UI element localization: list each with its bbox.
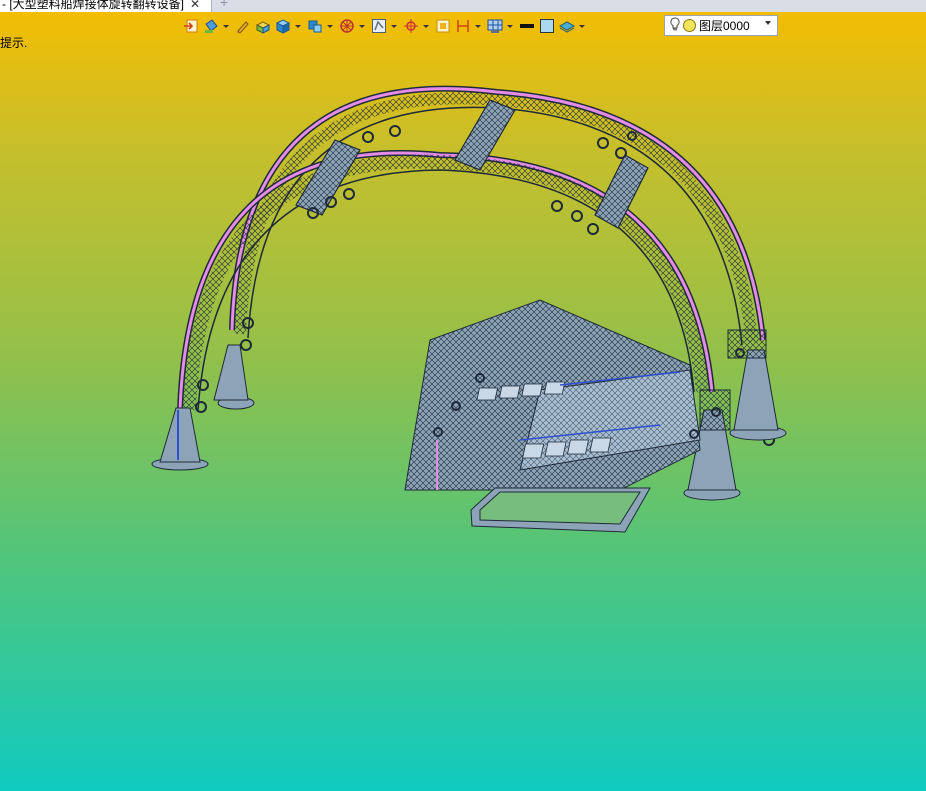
base-frame — [470, 487, 651, 533]
cad-model-rotating-flip-equipment[interactable] — [0, 0, 926, 791]
hull-cradle — [404, 299, 701, 491]
